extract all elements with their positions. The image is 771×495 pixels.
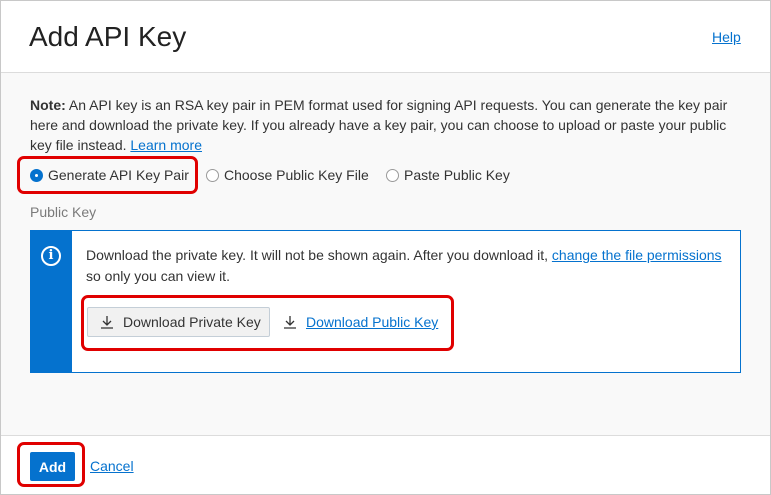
radio-button[interactable] — [206, 168, 219, 182]
help-link[interactable]: Help — [712, 29, 741, 45]
radio-button-selected[interactable] — [30, 168, 43, 182]
download-icon — [101, 316, 113, 329]
private-key-info-box: i Download the private key. It will not … — [30, 230, 741, 373]
note-text: Note: An API key is an RSA key pair in P… — [30, 95, 742, 155]
add-api-key-dialog: Add API Key Help Note: An API key is an … — [0, 0, 771, 495]
dialog-header: Add API Key Help — [1, 1, 770, 73]
download-private-key-label: Download Private Key — [123, 314, 261, 330]
dialog-title: Add API Key — [29, 21, 187, 52]
radio-label: Paste Public Key — [404, 167, 510, 183]
add-button[interactable]: Add — [30, 452, 75, 481]
radio-generate-key-pair[interactable]: Generate API Key Pair — [30, 167, 189, 183]
info-bar: i — [31, 231, 72, 372]
download-public-key-label: Download Public Key — [306, 314, 439, 330]
dialog-footer: Add Cancel — [1, 435, 770, 494]
public-key-section-label: Public Key — [30, 204, 97, 220]
info-icon: i — [41, 246, 61, 266]
info-text-after: so only you can view it. — [86, 268, 230, 284]
radio-label: Generate API Key Pair — [48, 167, 189, 183]
note-prefix: Note: — [30, 97, 66, 113]
download-public-key-link[interactable]: Download Public Key — [283, 314, 438, 330]
download-private-key-button[interactable]: Download Private Key — [87, 307, 270, 337]
radio-label: Choose Public Key File — [224, 167, 369, 183]
info-message: Download the private key. It will not be… — [86, 245, 731, 287]
learn-more-link[interactable]: Learn more — [130, 137, 202, 153]
radio-choose-public-key-file[interactable]: Choose Public Key File — [206, 167, 369, 183]
radio-paste-public-key[interactable]: Paste Public Key — [386, 167, 510, 183]
radio-button[interactable] — [386, 168, 399, 182]
cancel-link[interactable]: Cancel — [90, 458, 134, 474]
download-icon — [284, 316, 296, 329]
change-file-permissions-link[interactable]: change the file permissions — [552, 247, 722, 263]
info-text-before: Download the private key. It will not be… — [86, 247, 552, 263]
